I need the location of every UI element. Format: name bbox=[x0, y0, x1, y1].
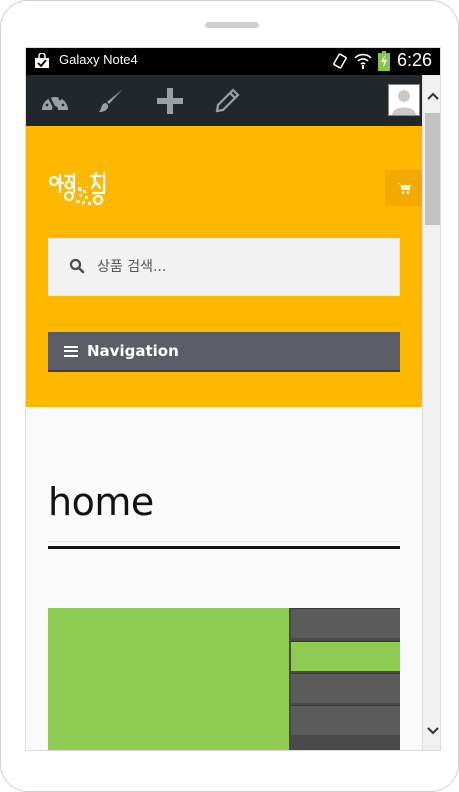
slider-tab[interactable] bbox=[291, 705, 400, 735]
speaker-grille bbox=[205, 22, 259, 28]
cart-icon bbox=[396, 183, 411, 194]
navigation-label: Navigation bbox=[87, 342, 179, 360]
device-name: Galaxy Note4 bbox=[59, 52, 138, 67]
search-icon bbox=[69, 258, 85, 274]
web-viewport: Navigation home bbox=[26, 75, 422, 750]
menu-icon bbox=[64, 345, 78, 357]
product-search[interactable] bbox=[48, 238, 400, 296]
chevron-down-icon[interactable] bbox=[426, 726, 440, 736]
site-logo[interactable] bbox=[48, 170, 114, 214]
status-bar: Galaxy Note4 6:26 bbox=[26, 48, 440, 75]
phone-frame: Galaxy Note4 6:26 상품 검색... Navigation ho… bbox=[0, 0, 459, 792]
plus-icon[interactable] bbox=[155, 86, 185, 116]
slider-tab[interactable] bbox=[291, 673, 400, 703]
title-divider-thin bbox=[48, 541, 400, 542]
slider-tabs bbox=[289, 608, 400, 750]
page-title: home bbox=[48, 480, 154, 524]
user-avatar-icon[interactable] bbox=[388, 84, 420, 116]
site-header: Navigation bbox=[26, 126, 422, 407]
title-divider bbox=[48, 546, 400, 549]
admin-toolbar bbox=[26, 75, 422, 126]
pencil-icon[interactable] bbox=[212, 86, 242, 116]
clock: 6:26 bbox=[396, 50, 432, 70]
chevron-up-icon[interactable] bbox=[426, 91, 440, 101]
slider-tab[interactable] bbox=[291, 608, 400, 638]
shopping-bag-icon bbox=[35, 53, 49, 68]
navigation-toggle-button[interactable]: Navigation bbox=[48, 332, 400, 370]
wifi-icon bbox=[354, 53, 372, 69]
slider-tab-active[interactable] bbox=[291, 641, 400, 671]
scrollbar-thumb[interactable] bbox=[425, 113, 440, 225]
cart-button[interactable] bbox=[385, 170, 422, 206]
brush-icon[interactable] bbox=[96, 86, 126, 116]
search-input[interactable] bbox=[97, 239, 387, 295]
rotate-icon bbox=[333, 53, 347, 69]
device-screen: Galaxy Note4 6:26 상품 검색... Navigation ho… bbox=[25, 47, 441, 751]
page-scrollbar[interactable] bbox=[422, 75, 440, 750]
dashboard-icon[interactable] bbox=[40, 86, 70, 116]
battery-charging-icon bbox=[378, 51, 390, 71]
status-icons bbox=[332, 51, 390, 71]
hero-slider[interactable] bbox=[48, 608, 400, 750]
